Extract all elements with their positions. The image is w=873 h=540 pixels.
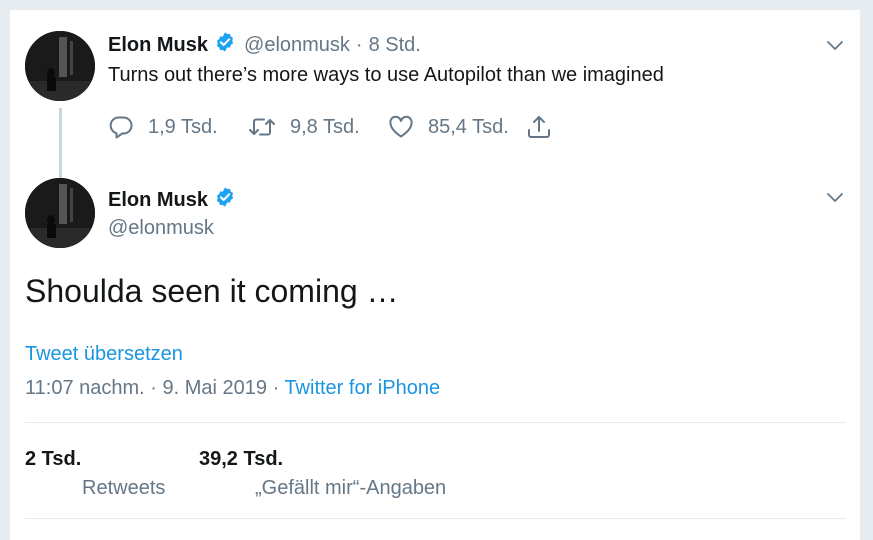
- likes-stat-count: 39,2 Tsd.: [199, 448, 284, 470]
- like-icon: [389, 115, 413, 138]
- likes-stat-label: „Gefällt mir“-Angaben: [255, 477, 447, 499]
- parent-handle[interactable]: @elonmusk: [244, 34, 350, 57]
- like-button[interactable]: 85,4 Tsd.: [388, 113, 509, 141]
- reply-icon: [109, 116, 133, 139]
- parent-time[interactable]: 8 Std.: [369, 34, 421, 57]
- main-avatar[interactable]: [25, 178, 95, 248]
- avatar-image-icon: [25, 178, 95, 248]
- parent-author-name[interactable]: Elon Musk: [108, 34, 208, 57]
- retweets-stat[interactable]: 2 Tsd. Retweets: [25, 447, 165, 500]
- like-count: 85,4 Tsd.: [428, 115, 509, 138]
- tweet-timestamp[interactable]: 11:07 nachm. · 9. Mai 2019: [25, 377, 267, 399]
- retweets-stat-label: Retweets: [82, 477, 166, 499]
- translate-tweet-link[interactable]: Tweet übersetzen: [25, 341, 183, 367]
- verified-badge-icon: [214, 186, 236, 214]
- retweets-stat-count: 2 Tsd.: [25, 448, 82, 470]
- chevron-down-icon[interactable]: [826, 188, 844, 206]
- reply-count: 1,9 Tsd.: [148, 115, 218, 138]
- retweet-button[interactable]: 9,8 Tsd.: [248, 113, 360, 141]
- avatar-image-icon: [25, 31, 95, 101]
- retweet-icon: [249, 118, 275, 136]
- tweet-metadata: 11:07 nachm. · 9. Mai 2019 · Twitter for…: [25, 375, 440, 401]
- parent-avatar[interactable]: [25, 31, 95, 101]
- retweet-count: 9,8 Tsd.: [290, 115, 360, 138]
- chevron-down-icon[interactable]: [826, 36, 844, 54]
- tweet-source-link[interactable]: Twitter for iPhone: [284, 377, 440, 399]
- main-author-name[interactable]: Elon Musk: [108, 189, 208, 212]
- stats-bottom-divider: [25, 518, 846, 519]
- main-tweet-header: Elon Musk: [108, 187, 236, 213]
- main-handle[interactable]: @elonmusk: [108, 215, 214, 241]
- header-separator: ·: [355, 33, 363, 56]
- share-icon: [528, 116, 550, 138]
- verified-badge-icon: [214, 31, 236, 59]
- reply-button[interactable]: 1,9 Tsd.: [108, 113, 218, 141]
- parent-tweet-header: Elon Musk @elonmusk · 8 Std.: [108, 32, 421, 58]
- thread-connector-line: [59, 108, 62, 180]
- likes-stat[interactable]: 39,2 Tsd. „Gefällt mir“-Angaben: [199, 447, 446, 500]
- metadata-separator: ·: [272, 377, 280, 399]
- tweet-card: Elon Musk @elonmusk · 8 Std. Turns out t…: [10, 10, 860, 540]
- main-tweet-text: Shoulda seen it coming …: [25, 273, 399, 309]
- parent-tweet-text: Turns out there’s more ways to use Autop…: [108, 64, 664, 86]
- share-button[interactable]: [526, 113, 566, 141]
- stats-top-divider: [25, 422, 846, 423]
